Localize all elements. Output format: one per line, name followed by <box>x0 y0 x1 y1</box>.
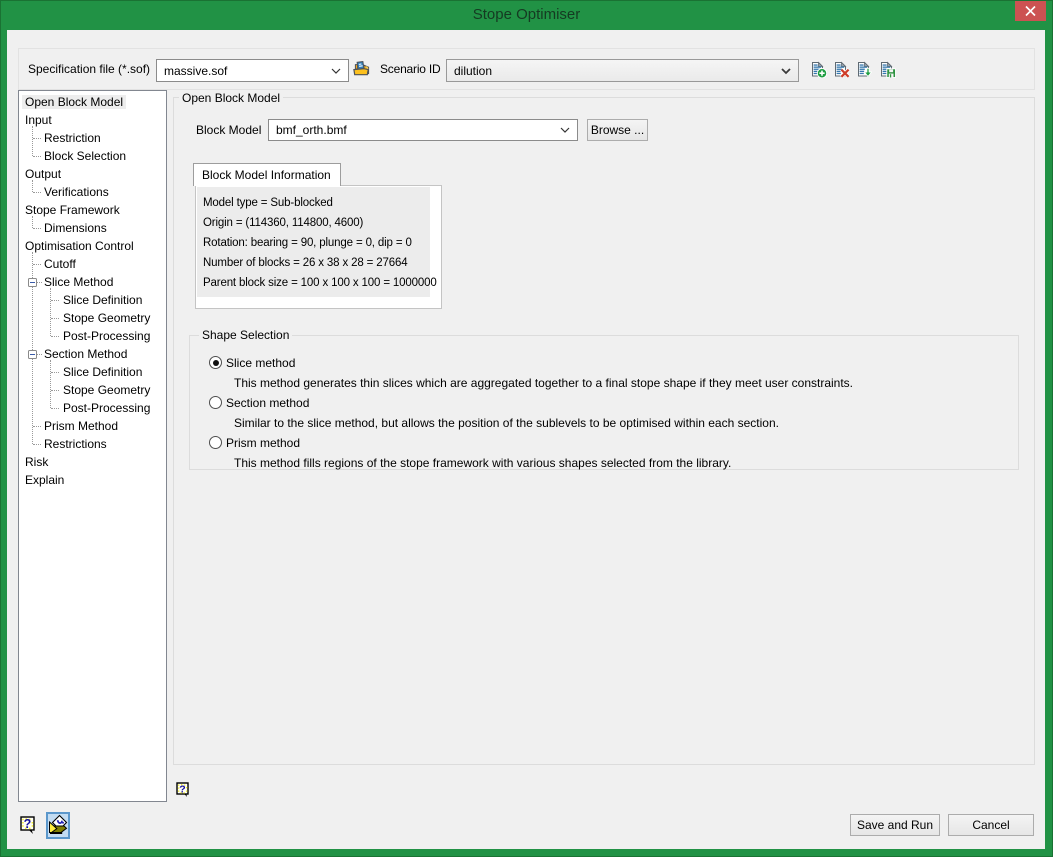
svg-text:?: ? <box>179 784 185 796</box>
svg-text:?: ? <box>24 817 32 831</box>
